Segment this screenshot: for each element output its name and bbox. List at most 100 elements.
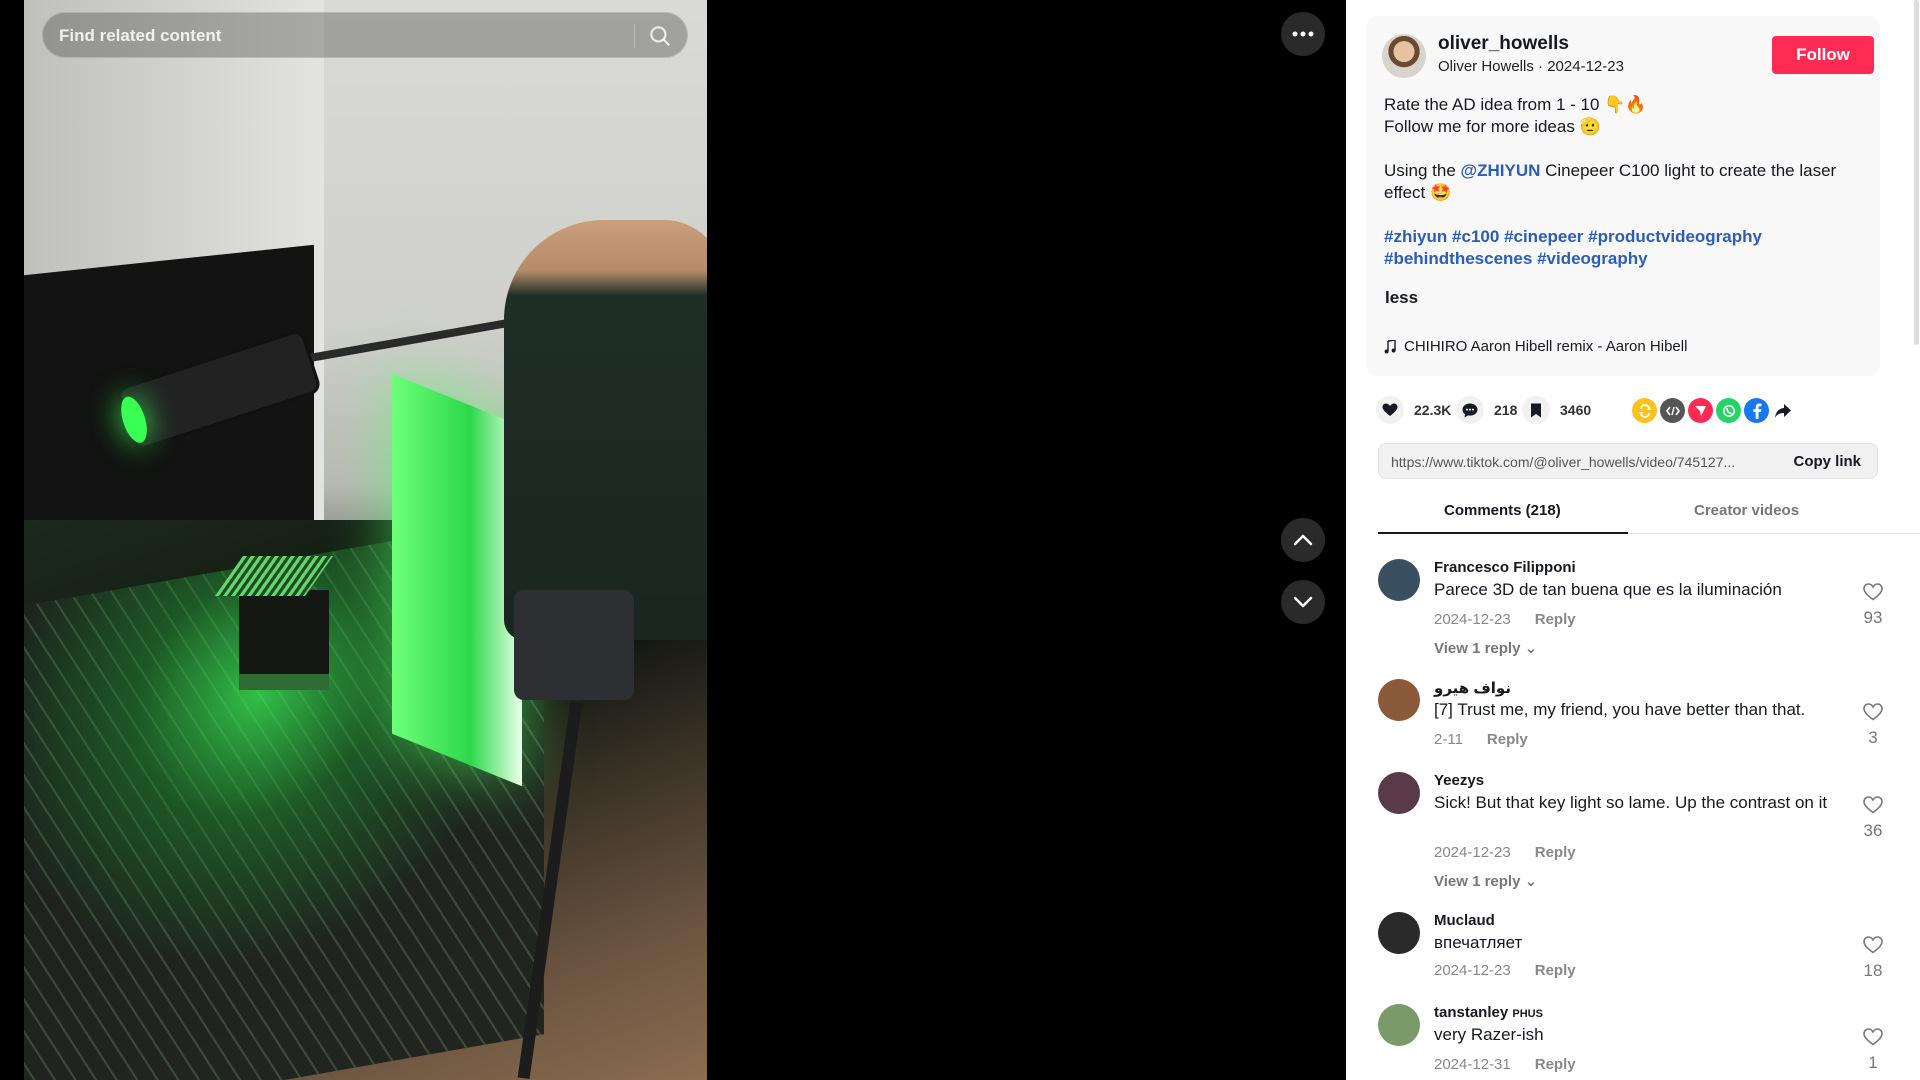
- comment-like[interactable]: 36: [1858, 796, 1888, 841]
- comment-meta: 2024-12-23 Reply: [1434, 962, 1576, 979]
- comment-like[interactable]: 93: [1858, 583, 1888, 628]
- commenter-avatar[interactable]: [1378, 559, 1420, 601]
- view-replies-button[interactable]: View 1 reply ⌄: [1434, 639, 1537, 657]
- comment-text: very Razer-ish: [1434, 1025, 1544, 1044]
- hashtag-link[interactable]: #videography: [1537, 249, 1648, 268]
- heart-outline-icon[interactable]: [1863, 936, 1883, 954]
- commenter-avatar[interactable]: [1378, 912, 1420, 954]
- video-product: [239, 590, 329, 690]
- comment-meta: 2-11 Reply: [1434, 731, 1528, 748]
- comment-icon[interactable]: [1456, 396, 1484, 424]
- share-arrow-icon[interactable]: [1770, 398, 1795, 423]
- hashtag-link[interactable]: #c100: [1452, 227, 1499, 246]
- comment-date: 2-11: [1434, 731, 1463, 748]
- action-bar: 22.3K 218 3460: [1372, 396, 1892, 424]
- send-icon[interactable]: [1688, 398, 1713, 423]
- post-date: 2024-12-23: [1547, 58, 1624, 75]
- comment-like-count: 36: [1863, 821, 1883, 840]
- hashtag-link[interactable]: #cinepeer: [1504, 227, 1583, 246]
- comment-like-count: 3: [1868, 728, 1878, 747]
- scrollbar[interactable]: [1914, 0, 1919, 345]
- author-display-name: Oliver Howells: [1438, 58, 1534, 75]
- bookmark-icon[interactable]: [1522, 396, 1550, 424]
- whatsapp-icon[interactable]: [1716, 398, 1741, 423]
- search-input[interactable]: Find related content: [59, 26, 221, 46]
- comment-meta: 2024-12-23 Reply: [1434, 611, 1576, 628]
- comment-meta: 2024-12-23 Reply: [1434, 844, 1576, 861]
- embed-icon[interactable]: [1660, 398, 1685, 423]
- caption-line-1: Rate the AD idea from 1 - 10 👇🔥: [1384, 95, 1647, 114]
- comment-like-count: 93: [1863, 608, 1883, 627]
- heart-outline-icon[interactable]: [1863, 583, 1883, 601]
- caption-using-prefix: Using the: [1384, 161, 1461, 180]
- comment-action[interactable]: 218: [1456, 396, 1517, 424]
- author-avatar[interactable]: [1382, 34, 1426, 78]
- like-count: 22.3K: [1414, 402, 1452, 418]
- share-link-url[interactable]: https://www.tiktok.com/@oliver_howells/v…: [1391, 454, 1771, 470]
- hashtags-row-2: #behindthescenes #videography: [1384, 248, 1864, 270]
- comment-text: впечатляет: [1434, 933, 1523, 952]
- tab-creator-videos[interactable]: Creator videos: [1694, 502, 1799, 519]
- commenter-avatar[interactable]: [1378, 1004, 1420, 1046]
- hashtags-row-1: #zhiyun #c100 #cinepeer #productvideogra…: [1384, 226, 1864, 248]
- view-replies-button[interactable]: View 1 reply ⌄: [1434, 872, 1537, 890]
- commenter-name[interactable]: Francesco Filipponi: [1434, 559, 1576, 576]
- reply-button[interactable]: Reply: [1535, 844, 1576, 861]
- repost-icon[interactable]: [1632, 398, 1657, 423]
- caption-line-2: Follow me for more ideas 🫡: [1384, 117, 1601, 136]
- heart-icon[interactable]: [1376, 396, 1404, 424]
- comment-like[interactable]: 18: [1858, 936, 1888, 981]
- follow-button[interactable]: Follow: [1772, 36, 1874, 74]
- reply-button[interactable]: Reply: [1535, 1056, 1576, 1073]
- hashtag-link[interactable]: #productvideography: [1588, 227, 1762, 246]
- like-action[interactable]: 22.3K: [1376, 396, 1451, 424]
- more-dots-icon: [1292, 31, 1314, 37]
- comment-like-count: 18: [1863, 961, 1883, 980]
- comment-like[interactable]: 1: [1858, 1028, 1888, 1073]
- hashtag-link[interactable]: #zhiyun: [1384, 227, 1447, 246]
- previous-video-button[interactable]: [1281, 518, 1325, 562]
- hashtag-link[interactable]: #behindthescenes: [1384, 249, 1532, 268]
- heart-outline-icon[interactable]: [1863, 1028, 1883, 1046]
- facebook-icon[interactable]: [1744, 398, 1769, 423]
- comment-tabs: Comments (218) Creator videos: [1378, 496, 1920, 534]
- music-note-icon: [1384, 339, 1396, 353]
- author-username[interactable]: oliver_howells: [1438, 33, 1569, 55]
- chevron-down-icon: ⌄: [1524, 873, 1538, 890]
- heart-outline-icon[interactable]: [1863, 703, 1883, 721]
- chevron-down-icon: [1293, 596, 1313, 608]
- reply-button[interactable]: Reply: [1535, 962, 1576, 979]
- post-description: Rate the AD idea from 1 - 10 👇🔥 Follow m…: [1384, 94, 1864, 270]
- heart-outline-icon[interactable]: [1863, 796, 1883, 814]
- commenter-avatar[interactable]: [1378, 772, 1420, 814]
- commenter-name[interactable]: نواف هيرو: [1434, 679, 1511, 697]
- more-options-button[interactable]: [1281, 12, 1325, 56]
- comment-like-count: 1: [1868, 1053, 1878, 1072]
- commenter-avatar[interactable]: [1378, 679, 1420, 721]
- music-link[interactable]: CHIHIRO Aaron Hibell remix - Aaron Hibel…: [1384, 338, 1687, 355]
- copy-link-button[interactable]: Copy link: [1793, 453, 1861, 470]
- reply-button[interactable]: Reply: [1487, 731, 1528, 748]
- commenter-badge: PHUS: [1512, 1008, 1543, 1020]
- author-subtitle: Oliver Howells · 2024-12-23: [1438, 58, 1624, 75]
- video-player[interactable]: [24, 0, 707, 1080]
- less-toggle[interactable]: less: [1385, 288, 1418, 308]
- reply-button[interactable]: Reply: [1535, 611, 1576, 628]
- comment-like[interactable]: 3: [1858, 703, 1888, 748]
- tab-comments[interactable]: Comments (218): [1444, 502, 1561, 519]
- comment-text: [7] Trust me, my friend, you have better…: [1434, 700, 1806, 719]
- search-icon[interactable]: [647, 23, 673, 49]
- commenter-name[interactable]: tanstanley PHUS: [1434, 1004, 1543, 1021]
- save-action[interactable]: 3460: [1522, 396, 1591, 424]
- commenter-name[interactable]: Yeezys: [1434, 772, 1484, 789]
- save-count: 3460: [1560, 402, 1592, 418]
- mention-link[interactable]: @ZHIYUN: [1461, 161, 1541, 180]
- comment-text: Parece 3D de tan buena que es la ilumina…: [1434, 580, 1782, 599]
- comment-date: 2024-12-31: [1434, 1056, 1511, 1073]
- search-bar[interactable]: Find related content: [42, 12, 688, 58]
- commenter-name[interactable]: Muclaud: [1434, 912, 1495, 929]
- comment-meta: 2024-12-31 Reply: [1434, 1056, 1576, 1073]
- video-stage: Find related content: [0, 0, 1346, 1080]
- next-video-button[interactable]: [1281, 580, 1325, 624]
- commenter-name-text: tanstanley: [1434, 1004, 1509, 1021]
